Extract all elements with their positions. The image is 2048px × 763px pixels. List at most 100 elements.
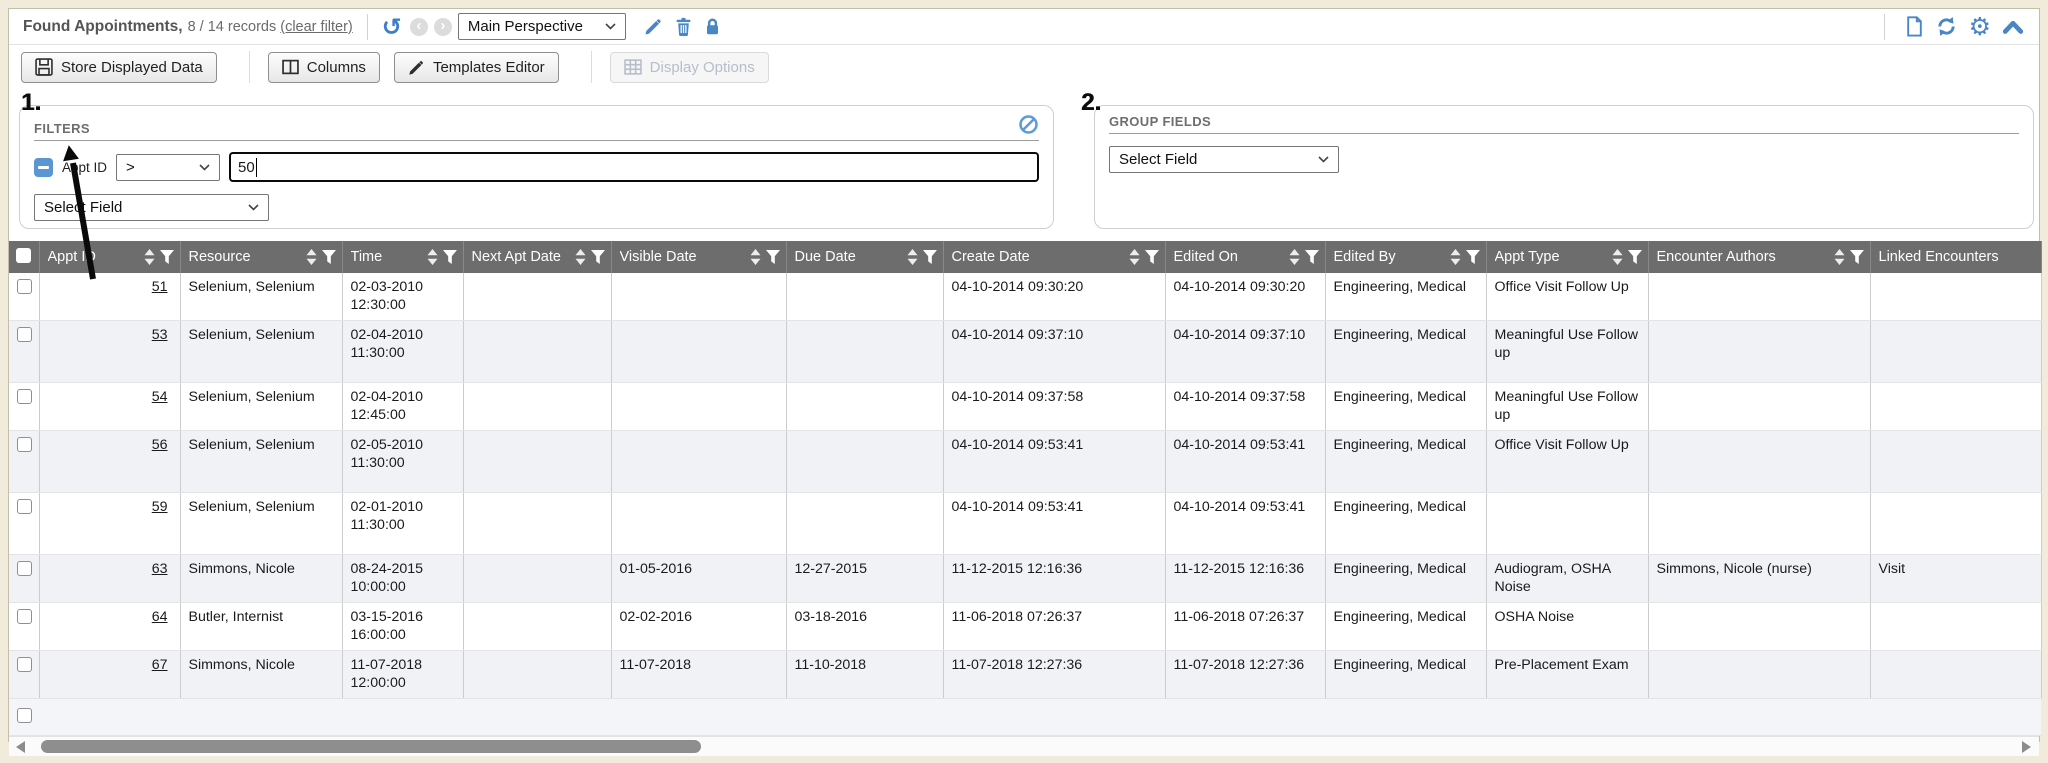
column-header-edited-on[interactable]: Edited On: [1165, 241, 1325, 273]
delete-perspective-icon[interactable]: [675, 17, 692, 36]
sort-icon[interactable]: [1834, 249, 1845, 265]
cell-visible-date: [611, 430, 786, 492]
clear-filter-link[interactable]: (clear filter): [280, 19, 353, 35]
cell-resource: Butler, Internist: [180, 602, 342, 650]
column-header-create-date[interactable]: Create Date: [943, 241, 1165, 273]
cell-resource: Selenium, Selenium: [180, 430, 342, 492]
appointment-link[interactable]: 64: [152, 609, 168, 625]
scroll-right-arrow-icon[interactable]: [2022, 741, 2031, 753]
column-header-resource[interactable]: Resource: [180, 241, 342, 273]
row-select-cell: [9, 320, 39, 382]
row-checkbox[interactable]: [17, 437, 32, 452]
row-checkbox[interactable]: [17, 499, 32, 514]
filter-funnel-icon[interactable]: [766, 250, 780, 264]
table-row: 59Selenium, Selenium02-01-2010 11:30:000…: [9, 492, 2041, 554]
filter-funnel-icon[interactable]: [1305, 250, 1319, 264]
store-displayed-data-button[interactable]: Store Displayed Data: [21, 52, 217, 83]
templates-editor-label: Templates Editor: [433, 59, 545, 76]
column-header-next-apt-date[interactable]: Next Apt Date: [463, 241, 611, 273]
column-header-edited-by[interactable]: Edited By: [1325, 241, 1486, 273]
edit-perspective-icon[interactable]: [644, 17, 663, 36]
sort-icon[interactable]: [907, 249, 918, 265]
column-header-encounter-authors[interactable]: Encounter Authors: [1648, 241, 1870, 273]
perspective-select[interactable]: Main Perspective: [458, 13, 626, 40]
sort-icon[interactable]: [575, 249, 586, 265]
remove-filter-icon[interactable]: [34, 158, 53, 177]
collapse-panel-icon[interactable]: [2003, 19, 2023, 34]
filter-funnel-icon[interactable]: [591, 250, 605, 264]
gear-icon[interactable]: ⚙: [1969, 14, 1991, 39]
appointment-link[interactable]: 59: [152, 499, 168, 515]
filters-panel: FILTERS Appt ID > 50: [19, 105, 1054, 229]
scrollbar-thumb[interactable]: [41, 740, 701, 753]
table-row: 51Selenium, Selenium02-03-2010 12:30:000…: [9, 273, 2041, 320]
filter-value-input[interactable]: 50: [229, 152, 1039, 182]
templates-editor-button[interactable]: Templates Editor: [394, 52, 559, 83]
filter-funnel-icon[interactable]: [1145, 250, 1159, 264]
column-header-visible-date[interactable]: Visible Date: [611, 241, 786, 273]
cell-visible-date: [611, 492, 786, 554]
cell-time: 08-24-2015 10:00:00: [342, 554, 463, 602]
sort-icon[interactable]: [144, 249, 155, 265]
columns-button[interactable]: Columns: [268, 52, 380, 83]
cell-edited-on: 11-12-2015 12:16:36: [1165, 554, 1325, 602]
column-header-appt-id[interactable]: Appt ID: [39, 241, 180, 273]
sort-icon[interactable]: [750, 249, 761, 265]
row-checkbox[interactable]: [17, 279, 32, 294]
scroll-left-arrow-icon[interactable]: [16, 741, 25, 753]
chevron-down-icon: [1318, 156, 1329, 163]
grid-icon: [624, 59, 642, 75]
column-header-linked-encounters[interactable]: Linked Encounters: [1870, 241, 2041, 273]
sort-icon[interactable]: [1450, 249, 1461, 265]
row-checkbox[interactable]: [17, 327, 32, 342]
row-checkbox[interactable]: [17, 657, 32, 672]
horizontal-scrollbar[interactable]: [9, 736, 2039, 756]
sort-icon[interactable]: [1129, 249, 1140, 265]
appointment-link[interactable]: 63: [152, 561, 168, 577]
filter-funnel-icon[interactable]: [923, 250, 937, 264]
filter-funnel-icon[interactable]: [1850, 250, 1864, 264]
column-header-time[interactable]: Time: [342, 241, 463, 273]
cell-visible-date: 11-07-2018: [611, 650, 786, 698]
row-checkbox[interactable]: [17, 609, 32, 624]
filter-funnel-icon[interactable]: [1466, 250, 1480, 264]
cell-time: 02-04-2010 11:30:00: [342, 320, 463, 382]
column-label: Encounter Authors: [1657, 249, 1829, 265]
lock-perspective-icon[interactable]: [704, 17, 721, 36]
sort-icon[interactable]: [1289, 249, 1300, 265]
next-perspective-icon[interactable]: ›: [434, 18, 452, 36]
select-all-checkbox[interactable]: [16, 248, 31, 263]
appointment-link[interactable]: 67: [152, 657, 168, 673]
clear-all-filters-icon[interactable]: [1018, 114, 1039, 135]
filter-operator-value: >: [126, 159, 135, 176]
filter-funnel-icon[interactable]: [322, 250, 336, 264]
sort-icon[interactable]: [427, 249, 438, 265]
cell-due-date: 12-27-2015: [786, 554, 943, 602]
add-filter-field-select[interactable]: Select Field: [34, 194, 269, 221]
row-select-cell: [9, 554, 39, 602]
column-header-due-date[interactable]: Due Date: [786, 241, 943, 273]
appointment-link[interactable]: 56: [152, 437, 168, 453]
filter-funnel-icon[interactable]: [160, 250, 174, 264]
row-checkbox[interactable]: [17, 561, 32, 576]
filter-funnel-icon[interactable]: [1628, 250, 1642, 264]
footer-checkbox[interactable]: [17, 708, 32, 723]
cell-create-date: 04-10-2014 09:37:58: [943, 382, 1165, 430]
row-checkbox[interactable]: [17, 389, 32, 404]
cell-appt-type: OSHA Noise: [1486, 602, 1648, 650]
refresh-icon[interactable]: [1936, 16, 1957, 37]
column-header-appt-type[interactable]: Appt Type: [1486, 241, 1648, 273]
filter-funnel-icon[interactable]: [443, 250, 457, 264]
previous-perspective-icon[interactable]: ‹: [410, 18, 428, 36]
new-document-icon[interactable]: [1905, 16, 1924, 37]
filter-operator-select[interactable]: >: [116, 154, 220, 181]
sort-icon[interactable]: [1612, 249, 1623, 265]
undo-icon[interactable]: ↺: [382, 15, 402, 39]
column-label: Time: [351, 249, 422, 265]
appointment-link[interactable]: 54: [152, 389, 168, 405]
column-label: Linked Encounters: [1879, 249, 2035, 265]
appointment-link[interactable]: 53: [152, 327, 168, 343]
group-field-select[interactable]: Select Field: [1109, 146, 1339, 173]
sort-icon[interactable]: [306, 249, 317, 265]
appointment-link[interactable]: 51: [152, 279, 168, 295]
